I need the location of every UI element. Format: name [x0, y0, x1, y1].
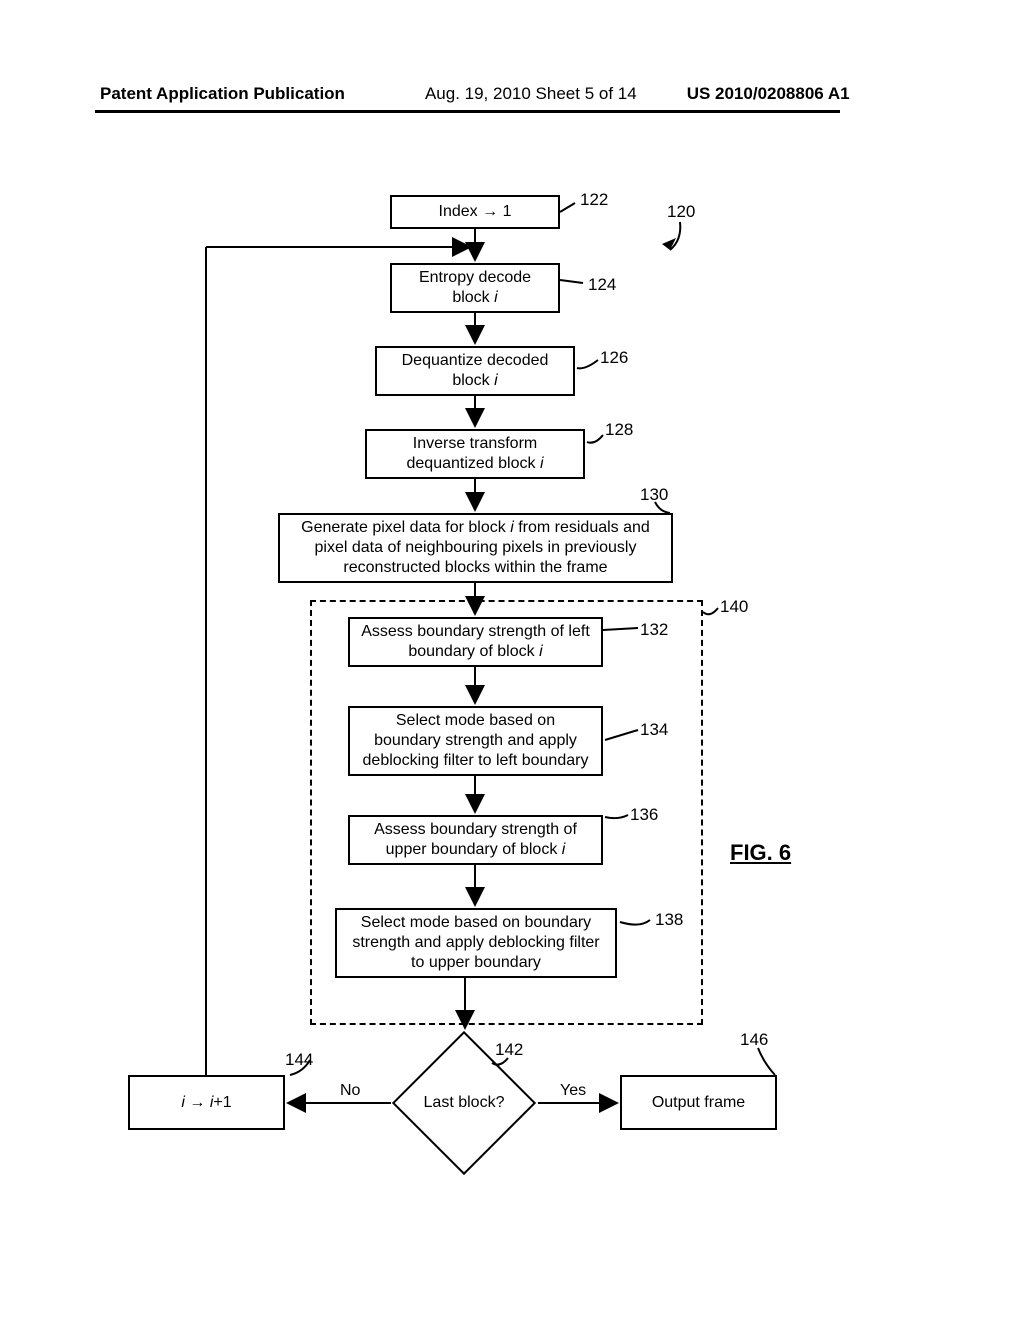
flow-arrows	[0, 0, 1024, 1320]
flowchart-canvas: Index → 1 122 120 Entropy decode block i…	[0, 0, 1024, 1320]
